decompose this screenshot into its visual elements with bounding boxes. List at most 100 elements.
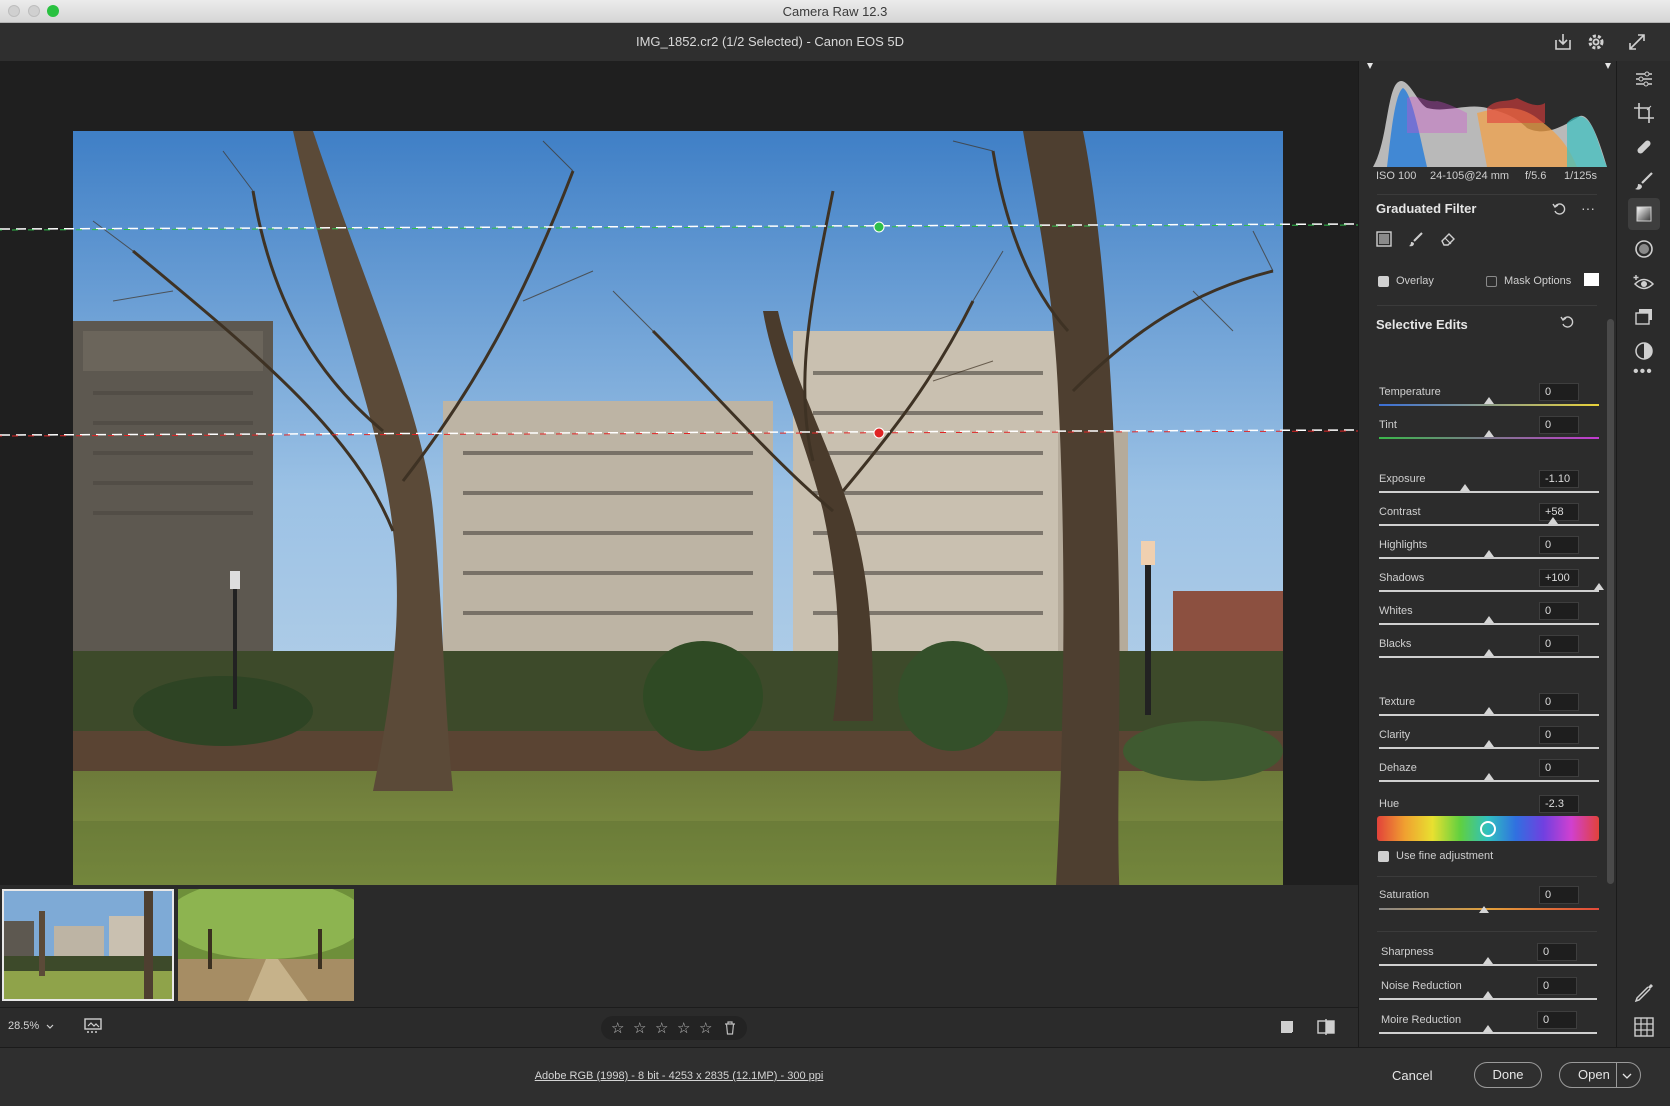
red-eye-icon[interactable]	[1632, 271, 1656, 295]
reset-filter-icon[interactable]	[1552, 201, 1568, 217]
star-4-icon[interactable]: ☆	[677, 1019, 690, 1037]
panel-scrollbar[interactable]	[1607, 319, 1614, 884]
tint-handle[interactable]	[1484, 430, 1494, 437]
tint-value[interactable]: 0	[1539, 416, 1579, 434]
contrast-track[interactable]	[1379, 524, 1599, 526]
shadows-track[interactable]	[1379, 590, 1599, 592]
whites-handle[interactable]	[1484, 616, 1494, 623]
histogram-aperture: f/5.6	[1525, 170, 1547, 182]
noise-reduction-value[interactable]: 0	[1537, 977, 1577, 995]
exposure-value[interactable]: -1.10	[1539, 470, 1579, 488]
color-sampler-icon[interactable]	[1632, 981, 1656, 1005]
shadows-value[interactable]: +100	[1539, 569, 1579, 587]
hue-value[interactable]: -2.3	[1539, 795, 1579, 813]
presets-icon[interactable]	[1632, 339, 1656, 363]
texture-track[interactable]	[1379, 714, 1599, 716]
blacks-track[interactable]	[1379, 656, 1599, 658]
clarity-track[interactable]	[1379, 747, 1599, 749]
star-3-icon[interactable]: ☆	[655, 1019, 668, 1037]
filmstrip-thumbnail-selected[interactable]	[2, 889, 174, 1001]
temperature-track[interactable]	[1379, 404, 1599, 406]
dehaze-track[interactable]	[1379, 780, 1599, 782]
tint-track[interactable]	[1379, 437, 1599, 439]
highlights-handle[interactable]	[1484, 550, 1494, 557]
dehaze-value[interactable]: 0	[1539, 759, 1579, 777]
temperature-label: Temperature	[1379, 386, 1441, 398]
adjustment-brush-icon[interactable]	[1632, 169, 1656, 193]
sharpness-track[interactable]	[1379, 964, 1597, 966]
exposure-track[interactable]	[1379, 491, 1599, 493]
snapshots-icon[interactable]	[1632, 305, 1656, 329]
blacks-handle[interactable]	[1484, 649, 1494, 656]
exposure-handle[interactable]	[1459, 484, 1470, 491]
sharpness-value[interactable]: 0	[1537, 943, 1577, 961]
done-button[interactable]: Done	[1474, 1062, 1542, 1088]
healing-icon[interactable]	[1632, 135, 1656, 159]
zoom-level[interactable]: 28.5%	[8, 1020, 39, 1032]
sharpness-handle[interactable]	[1483, 957, 1493, 964]
contrast-handle[interactable]	[1547, 517, 1558, 524]
brush-icon[interactable]	[1408, 231, 1424, 247]
mask-color-swatch[interactable]	[1584, 273, 1599, 286]
clarity-value[interactable]: 0	[1539, 726, 1579, 744]
mask-options-checkbox[interactable]	[1486, 276, 1497, 287]
before-after-view-icon[interactable]	[1317, 1018, 1335, 1036]
radial-filter-icon[interactable]	[1632, 237, 1656, 261]
graduated-filter-tool-active[interactable]	[1628, 198, 1660, 230]
temperature-value[interactable]: 0	[1539, 383, 1579, 401]
highlights-track[interactable]	[1379, 557, 1599, 559]
save-image-icon[interactable]	[1552, 31, 1574, 53]
filmstrip-thumbnail[interactable]	[178, 889, 354, 1001]
workflow-options-link[interactable]: Adobe RGB (1998) - 8 bit - 4253 x 2835 (…	[0, 1070, 1358, 1082]
cancel-button[interactable]: Cancel	[1392, 1068, 1432, 1083]
texture-handle[interactable]	[1484, 707, 1494, 714]
noise-reduction-track[interactable]	[1379, 998, 1597, 1000]
more-tools-icon[interactable]: •••	[1633, 363, 1653, 381]
fine-adjustment-checkbox[interactable]	[1378, 851, 1389, 862]
moire-reduction-label: Moire Reduction	[1381, 1014, 1462, 1026]
edit-sliders-icon[interactable]	[1632, 67, 1656, 91]
open-button-label: Open	[1578, 1067, 1610, 1082]
settings-gear-icon[interactable]	[1585, 31, 1607, 53]
crop-icon[interactable]	[1632, 101, 1656, 125]
hue-label: Hue	[1379, 798, 1400, 810]
texture-value[interactable]: 0	[1539, 693, 1579, 711]
reset-edits-icon[interactable]	[1560, 314, 1576, 330]
fine-adjustment-label: Use fine adjustment	[1396, 850, 1494, 862]
whites-value[interactable]: 0	[1539, 602, 1579, 620]
moire-reduction-track[interactable]	[1379, 1032, 1597, 1034]
hue-slider-handle[interactable]	[1480, 821, 1496, 837]
fullscreen-icon[interactable]	[1626, 31, 1648, 53]
contrast-value[interactable]: +58	[1539, 503, 1579, 521]
noise-reduction-handle[interactable]	[1483, 991, 1493, 998]
whites-label: Whites	[1379, 605, 1413, 617]
temperature-handle[interactable]	[1484, 397, 1494, 404]
filmstrip-toggle-icon[interactable]	[83, 1017, 105, 1035]
open-button[interactable]: Open	[1559, 1062, 1641, 1088]
grid-icon[interactable]	[1632, 1015, 1656, 1039]
highlights-value[interactable]: 0	[1539, 536, 1579, 554]
single-view-icon[interactable]	[1279, 1019, 1295, 1035]
moire-reduction-value[interactable]: 0	[1537, 1011, 1577, 1029]
overlay-checkbox[interactable]	[1378, 276, 1389, 287]
new-gradient-icon[interactable]	[1376, 231, 1392, 247]
hue-slider[interactable]	[1377, 816, 1599, 841]
image-canvas[interactable]	[0, 61, 1358, 937]
star-1-icon[interactable]: ☆	[611, 1019, 624, 1037]
eraser-icon[interactable]	[1440, 231, 1456, 247]
saturation-value[interactable]: 0	[1539, 886, 1579, 904]
open-options-chevron-down-icon[interactable]	[1622, 1072, 1632, 1080]
moire-reduction-handle[interactable]	[1483, 1025, 1493, 1032]
blacks-value[interactable]: 0	[1539, 635, 1579, 653]
clarity-handle[interactable]	[1484, 740, 1494, 747]
star-5-icon[interactable]: ☆	[699, 1019, 712, 1037]
more-options-icon[interactable]: ···	[1581, 200, 1595, 216]
star-2-icon[interactable]: ☆	[633, 1019, 646, 1037]
saturation-track[interactable]	[1379, 908, 1599, 910]
trash-icon[interactable]	[724, 1021, 736, 1035]
whites-track[interactable]	[1379, 623, 1599, 625]
shadows-handle[interactable]	[1594, 583, 1604, 590]
dehaze-handle[interactable]	[1484, 773, 1494, 780]
zoom-chevron-down-icon[interactable]	[46, 1023, 54, 1031]
saturation-handle[interactable]	[1479, 906, 1489, 913]
